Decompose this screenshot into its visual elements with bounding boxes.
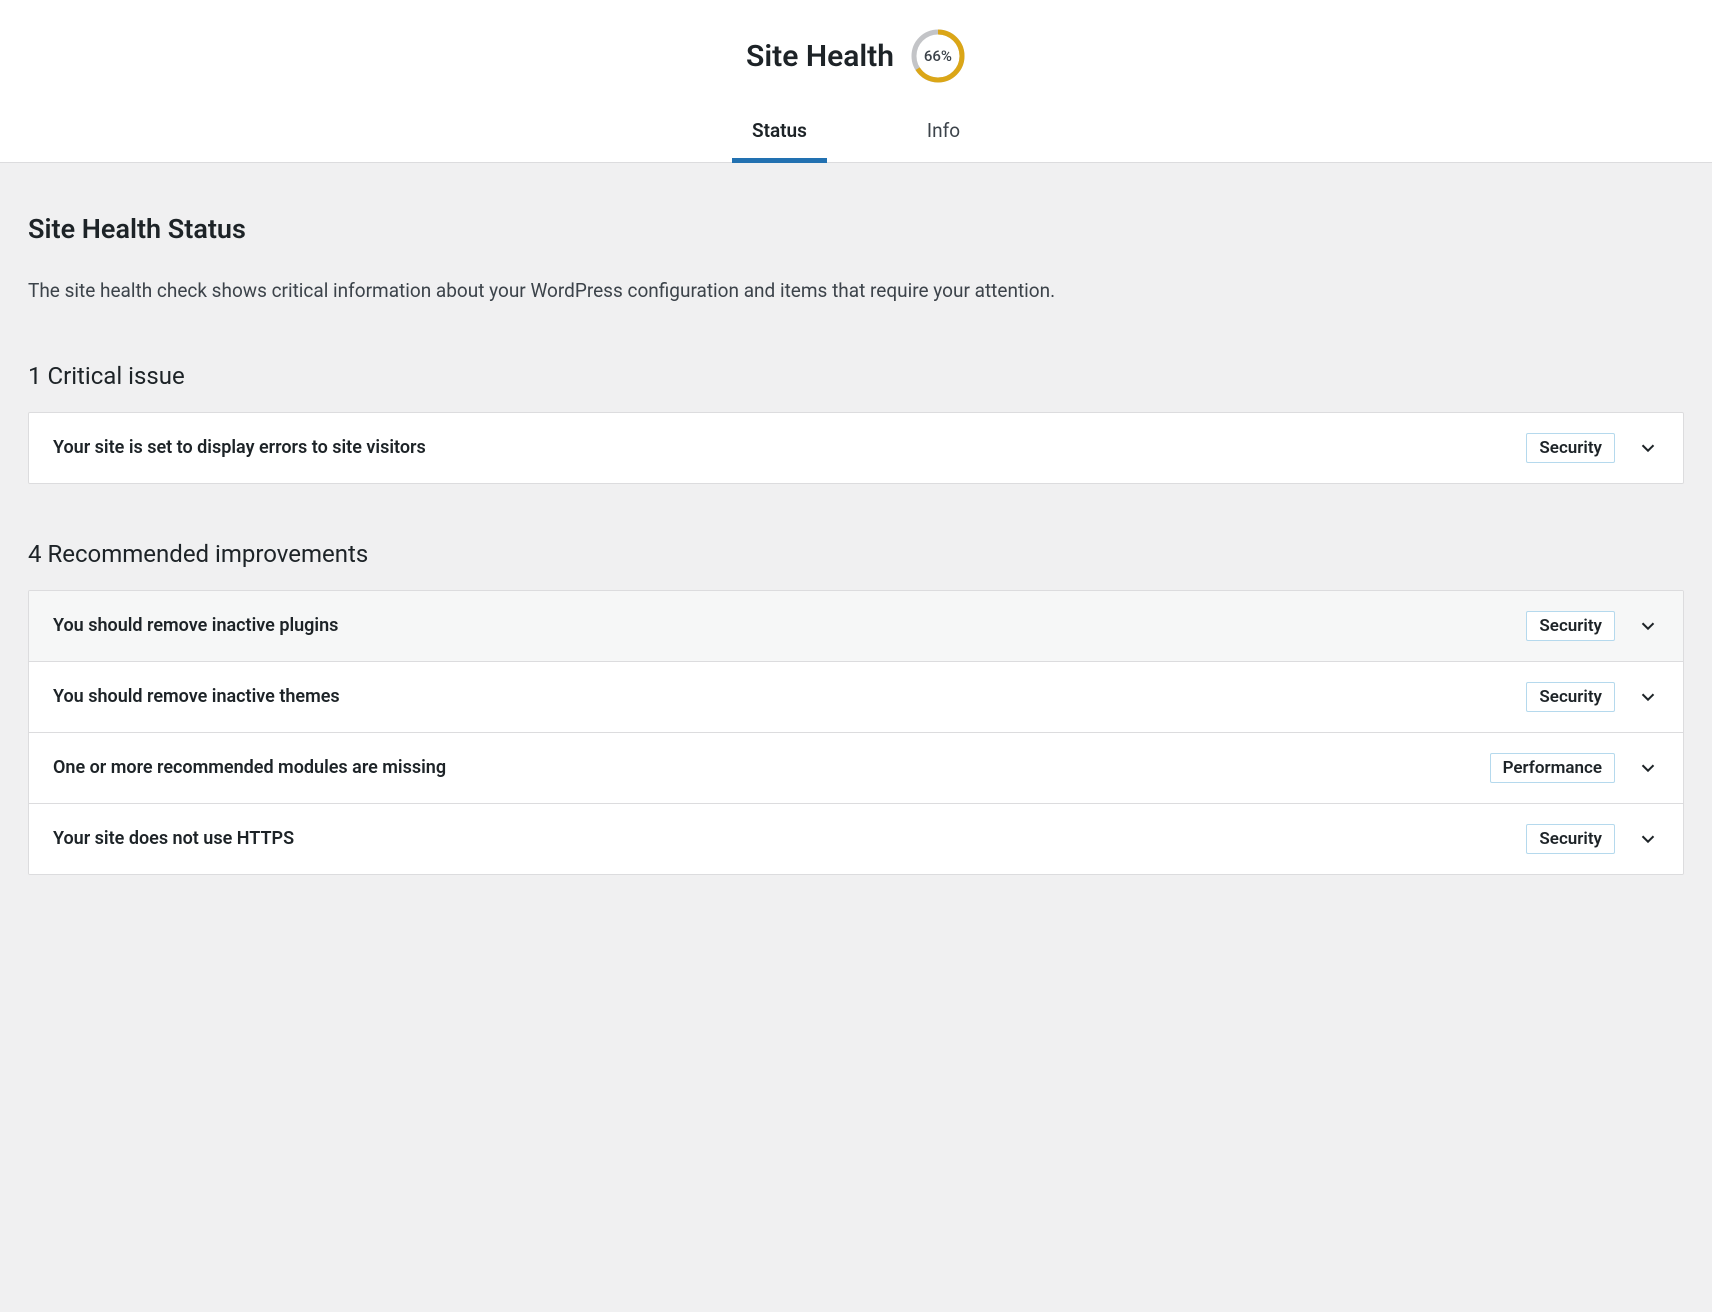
issue-badge: Performance bbox=[1490, 753, 1615, 783]
issue-title: One or more recommended modules are miss… bbox=[53, 757, 446, 778]
recommended-issues-list: You should remove inactive plugins Secur… bbox=[28, 590, 1684, 875]
issue-title: You should remove inactive themes bbox=[53, 686, 340, 707]
issue-badge: Security bbox=[1526, 611, 1615, 641]
progress-percent-label: 66% bbox=[924, 47, 952, 65]
issue-badge: Security bbox=[1526, 433, 1615, 463]
progress-indicator: 66% bbox=[910, 28, 966, 84]
status-heading: Site Health Status bbox=[28, 213, 1684, 245]
page-title: Site Health bbox=[746, 39, 894, 74]
critical-issues-list: Your site is set to display errors to si… bbox=[28, 412, 1684, 484]
tab-info[interactable]: Info bbox=[907, 105, 980, 163]
issue-row[interactable]: Your site does not use HTTPS Security bbox=[29, 803, 1683, 874]
issue-badge: Security bbox=[1526, 824, 1615, 854]
issue-row[interactable]: You should remove inactive plugins Secur… bbox=[29, 591, 1683, 661]
issue-title: Your site does not use HTTPS bbox=[53, 828, 294, 849]
chevron-down-icon bbox=[1637, 437, 1659, 459]
issue-row[interactable]: Your site is set to display errors to si… bbox=[29, 413, 1683, 483]
issue-row[interactable]: One or more recommended modules are miss… bbox=[29, 732, 1683, 803]
tabs-row: Status Info bbox=[0, 104, 1712, 162]
issue-badge: Security bbox=[1526, 682, 1615, 712]
chevron-down-icon bbox=[1637, 686, 1659, 708]
issue-title: Your site is set to display errors to si… bbox=[53, 437, 426, 458]
chevron-down-icon bbox=[1637, 757, 1659, 779]
issue-row[interactable]: You should remove inactive themes Securi… bbox=[29, 661, 1683, 732]
issue-row-right: Performance bbox=[1490, 753, 1659, 783]
chevron-down-icon bbox=[1637, 615, 1659, 637]
content-area: Site Health Status The site health check… bbox=[0, 163, 1712, 903]
issue-row-right: Security bbox=[1526, 611, 1659, 641]
issue-title: You should remove inactive plugins bbox=[53, 615, 338, 636]
recommended-heading: 4 Recommended improvements bbox=[28, 540, 1684, 568]
tab-status[interactable]: Status bbox=[732, 105, 827, 163]
issue-row-right: Security bbox=[1526, 682, 1659, 712]
issue-row-right: Security bbox=[1526, 433, 1659, 463]
page-header: Site Health 66% Status Info bbox=[0, 0, 1712, 163]
critical-heading: 1 Critical issue bbox=[28, 362, 1684, 390]
status-intro: The site health check shows critical inf… bbox=[28, 277, 1684, 306]
title-row: Site Health 66% bbox=[0, 0, 1712, 104]
chevron-down-icon bbox=[1637, 828, 1659, 850]
issue-row-right: Security bbox=[1526, 824, 1659, 854]
